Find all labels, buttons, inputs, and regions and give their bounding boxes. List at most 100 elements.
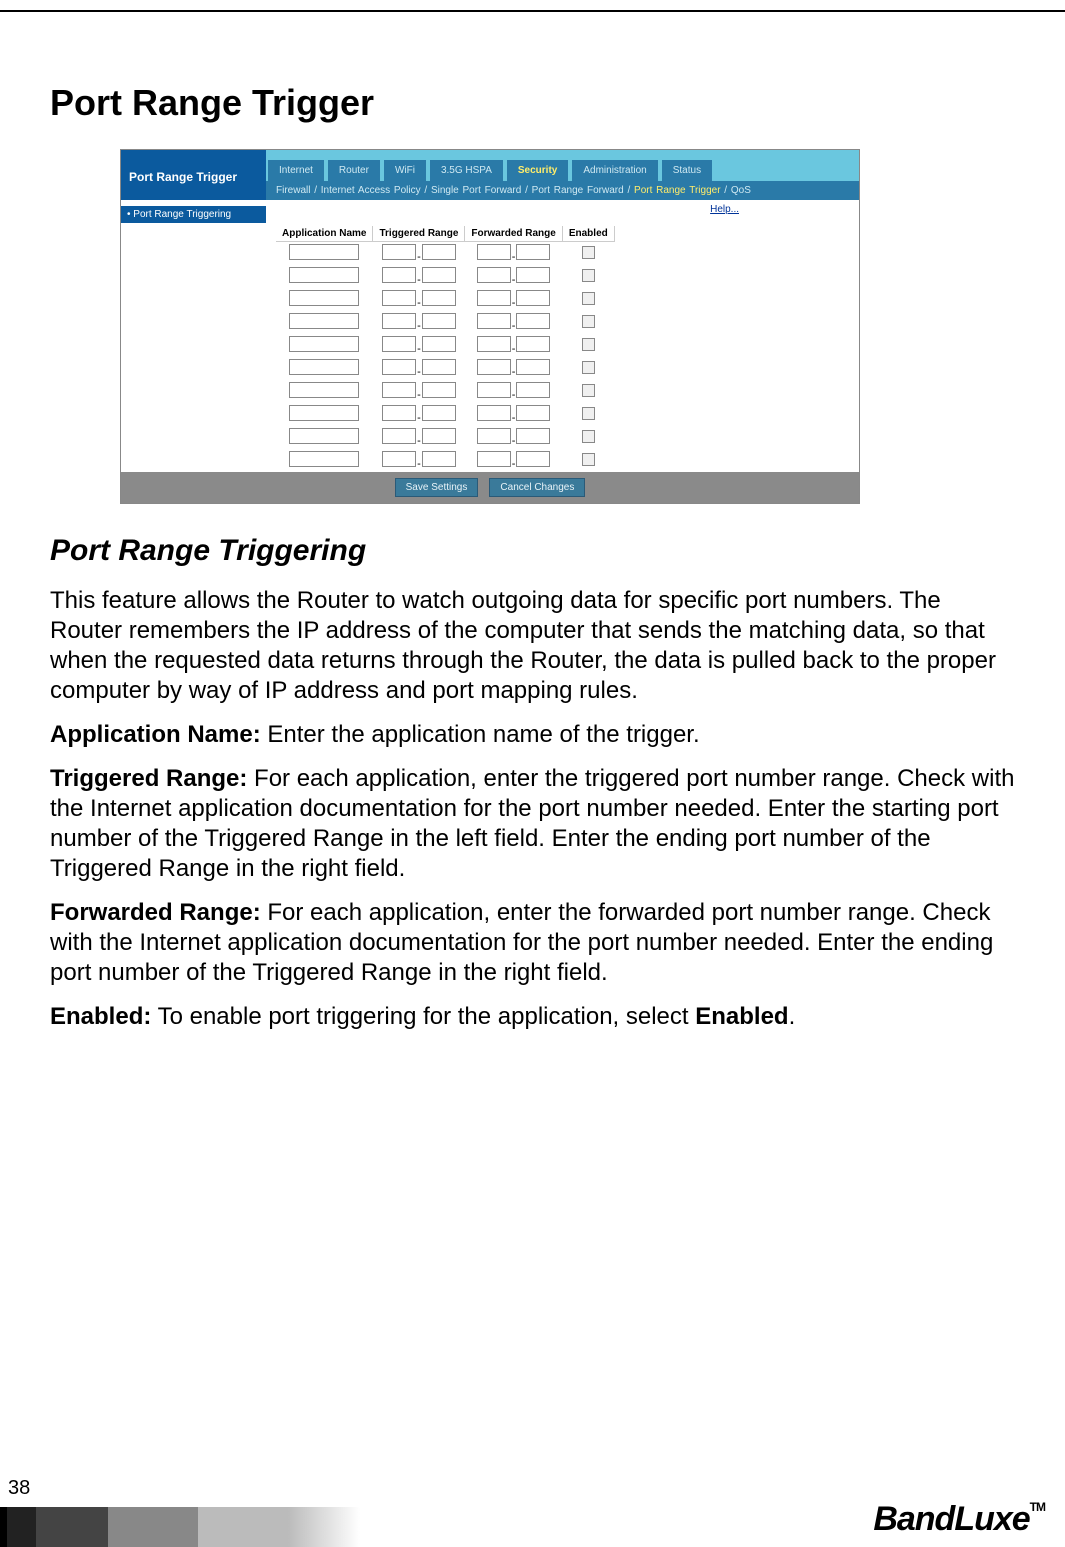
fwd-start-input[interactable] <box>477 313 511 329</box>
fwd-end-input[interactable] <box>516 451 550 467</box>
table-row: -- <box>276 403 614 426</box>
footer-gradient <box>0 1507 360 1547</box>
tab-internet[interactable]: Internet <box>268 160 324 181</box>
tail-enabled: . <box>789 1003 796 1030</box>
app-name-input[interactable] <box>289 267 359 283</box>
help-link[interactable]: Help... <box>710 204 739 215</box>
app-name-input[interactable] <box>289 382 359 398</box>
col-app-name: Application Name <box>276 226 373 242</box>
tab-admin[interactable]: Administration <box>572 160 657 181</box>
fwd-end-input[interactable] <box>516 290 550 306</box>
trig-end-input[interactable] <box>422 405 456 421</box>
fwd-start-input[interactable] <box>477 451 511 467</box>
table-row: -- <box>276 311 614 334</box>
app-name-input[interactable] <box>289 313 359 329</box>
app-name-input[interactable] <box>289 290 359 306</box>
table-row: -- <box>276 265 614 288</box>
fwd-start-input[interactable] <box>477 405 511 421</box>
trig-start-input[interactable] <box>382 451 416 467</box>
router-screenshot: Port Range Trigger Internet Router WiFi … <box>120 149 860 504</box>
app-name-input[interactable] <box>289 244 359 260</box>
fwd-end-input[interactable] <box>516 428 550 444</box>
tab-status[interactable]: Status <box>662 160 712 181</box>
trig-end-input[interactable] <box>422 336 456 352</box>
brand-text: BandLuxe <box>873 1500 1029 1538</box>
tab-security[interactable]: Security <box>507 160 568 181</box>
save-settings-button[interactable]: Save Settings <box>395 478 479 497</box>
tab-row: Internet Router WiFi 3.5G HSPA Security … <box>266 150 859 181</box>
trig-end-input[interactable] <box>422 428 456 444</box>
fwd-end-input[interactable] <box>516 244 550 260</box>
trig-end-input[interactable] <box>422 382 456 398</box>
trig-end-input[interactable] <box>422 359 456 375</box>
table-row: -- <box>276 449 614 472</box>
subnav-suffix: / QoS <box>721 185 751 196</box>
fwd-end-input[interactable] <box>516 267 550 283</box>
table-row: -- <box>276 288 614 311</box>
fwd-start-input[interactable] <box>477 359 511 375</box>
trig-end-input[interactable] <box>422 267 456 283</box>
tab-hspa[interactable]: 3.5G HSPA <box>430 160 503 181</box>
fwd-start-input[interactable] <box>477 382 511 398</box>
label-app-name: Application Name: <box>50 721 261 748</box>
trig-end-input[interactable] <box>422 290 456 306</box>
label-forwarded-range: Forwarded Range: <box>50 899 261 926</box>
app-name-input[interactable] <box>289 428 359 444</box>
trig-end-input[interactable] <box>422 451 456 467</box>
enabled-checkbox[interactable] <box>582 292 595 305</box>
trig-start-input[interactable] <box>382 428 416 444</box>
subnav-current: Port Range Trigger <box>634 185 721 196</box>
fwd-end-input[interactable] <box>516 382 550 398</box>
trig-start-input[interactable] <box>382 359 416 375</box>
screenshot-left-title: Port Range Trigger <box>121 150 266 200</box>
trig-start-input[interactable] <box>382 336 416 352</box>
fwd-start-input[interactable] <box>477 428 511 444</box>
text-enabled: To enable port triggering for the applic… <box>151 1003 695 1030</box>
fwd-start-input[interactable] <box>477 336 511 352</box>
tab-router[interactable]: Router <box>328 160 380 181</box>
fwd-start-input[interactable] <box>477 290 511 306</box>
sidebar-item-port-range-triggering[interactable]: Port Range Triggering <box>121 206 266 223</box>
screenshot-sidebar: Port Range Triggering <box>121 200 266 472</box>
col-triggered-range: Triggered Range <box>373 226 465 242</box>
app-name-input[interactable] <box>289 359 359 375</box>
enabled-checkbox[interactable] <box>582 407 595 420</box>
table-row: -- <box>276 334 614 357</box>
enabled-checkbox[interactable] <box>582 269 595 282</box>
enabled-checkbox[interactable] <box>582 453 595 466</box>
trig-start-input[interactable] <box>382 313 416 329</box>
cancel-changes-button[interactable]: Cancel Changes <box>489 478 585 497</box>
trig-start-input[interactable] <box>382 382 416 398</box>
label-triggered-range: Triggered Range: <box>50 765 247 792</box>
enabled-checkbox[interactable] <box>582 384 595 397</box>
table-row: -- <box>276 242 614 266</box>
paragraph-intro: This feature allows the Router to watch … <box>50 586 1015 706</box>
trig-start-input[interactable] <box>382 405 416 421</box>
trigger-table: Application Name Triggered Range Forward… <box>276 226 615 472</box>
fwd-end-input[interactable] <box>516 313 550 329</box>
trig-end-input[interactable] <box>422 313 456 329</box>
page-title: Port Range Trigger <box>50 82 1015 124</box>
paragraph-forwarded-range: Forwarded Range: For each application, e… <box>50 898 1015 988</box>
enabled-checkbox[interactable] <box>582 338 595 351</box>
enabled-checkbox[interactable] <box>582 361 595 374</box>
fwd-start-input[interactable] <box>477 267 511 283</box>
label-enabled: Enabled: <box>50 1003 151 1030</box>
trig-start-input[interactable] <box>382 267 416 283</box>
app-name-input[interactable] <box>289 405 359 421</box>
trig-start-input[interactable] <box>382 244 416 260</box>
enabled-checkbox[interactable] <box>582 246 595 259</box>
tab-wifi[interactable]: WiFi <box>384 160 426 181</box>
fwd-end-input[interactable] <box>516 336 550 352</box>
fwd-start-input[interactable] <box>477 244 511 260</box>
brand-tm: TM <box>1030 1500 1045 1514</box>
fwd-end-input[interactable] <box>516 359 550 375</box>
app-name-input[interactable] <box>289 336 359 352</box>
fwd-end-input[interactable] <box>516 405 550 421</box>
trig-start-input[interactable] <box>382 290 416 306</box>
trig-end-input[interactable] <box>422 244 456 260</box>
app-name-input[interactable] <box>289 451 359 467</box>
section-subtitle: Port Range Triggering <box>50 534 1015 568</box>
enabled-checkbox[interactable] <box>582 430 595 443</box>
enabled-checkbox[interactable] <box>582 315 595 328</box>
